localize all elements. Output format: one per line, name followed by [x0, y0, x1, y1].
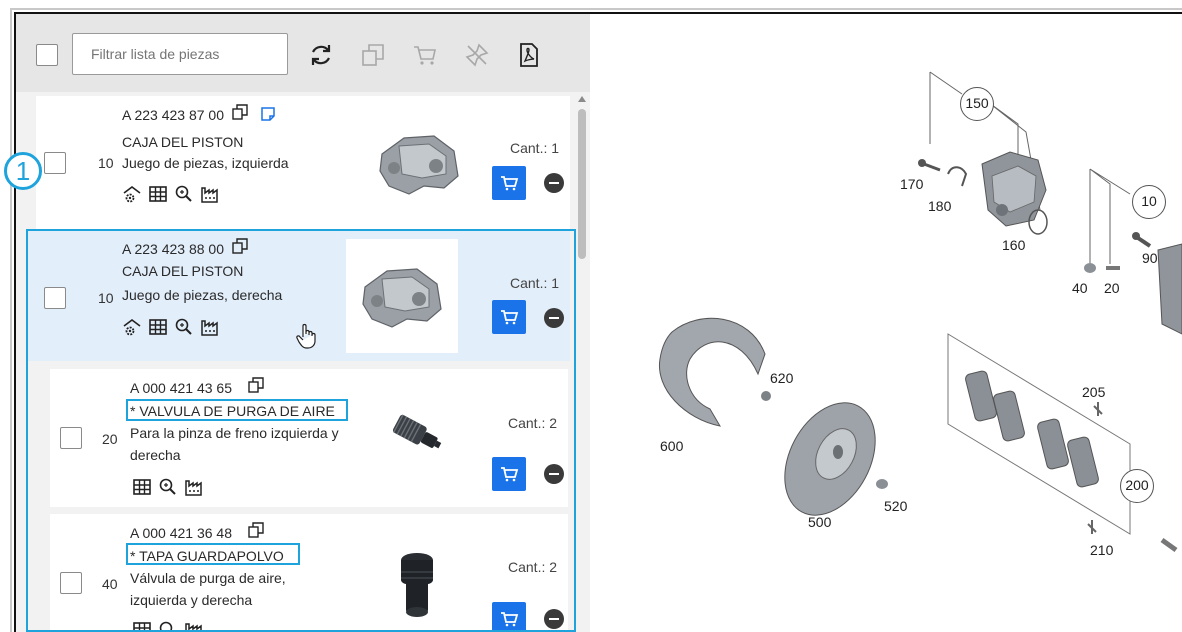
callout-200[interactable]: 200	[1120, 469, 1154, 503]
label-170[interactable]: 170	[900, 176, 923, 192]
exploded-diagram[interactable]: 150 170 180 160 10 90 40 20 620 600 500 …	[590, 14, 1182, 632]
label-40[interactable]: 40	[1072, 280, 1088, 296]
label-620[interactable]: 620	[770, 370, 793, 386]
callout-150[interactable]: 150	[960, 87, 994, 121]
label-210[interactable]: 210	[1090, 542, 1113, 558]
label-180[interactable]: 180	[928, 198, 951, 214]
label-160[interactable]: 160	[1002, 237, 1025, 253]
label-90[interactable]: 90	[1142, 250, 1158, 266]
label-500[interactable]: 500	[808, 514, 831, 530]
label-205[interactable]: 205	[1082, 384, 1105, 400]
callout-10[interactable]: 10	[1132, 185, 1166, 219]
brake-assembly-drawing	[658, 71, 1182, 553]
label-600[interactable]: 600	[660, 438, 683, 454]
label-520[interactable]: 520	[884, 498, 907, 514]
label-20[interactable]: 20	[1104, 280, 1120, 296]
step-badge: 1	[4, 152, 42, 190]
